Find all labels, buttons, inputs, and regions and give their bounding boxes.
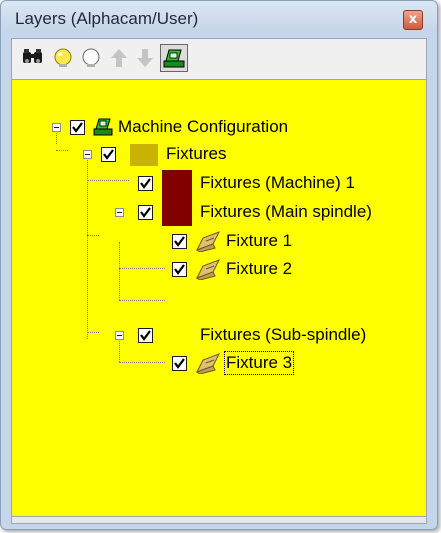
fixture-icon [195, 231, 221, 252]
tree-node-label: Fixtures (Machine) 1 [200, 173, 355, 192]
layer-checkbox[interactable] [138, 205, 153, 220]
toolbar [12, 39, 426, 77]
checkmark-icon [174, 264, 185, 275]
tree-node-fixture-2[interactable]: Fixture 2 [12, 258, 412, 280]
checkmark-icon [174, 358, 185, 369]
title-bar[interactable]: Layers (Alphacam/User) x [1, 1, 437, 35]
fixture-icon [195, 259, 221, 280]
layer-checkbox[interactable] [70, 120, 85, 135]
window-title: Layers (Alphacam/User) [15, 9, 199, 28]
checkmark-icon [140, 330, 151, 341]
layer-checkbox[interactable] [101, 147, 116, 162]
tree-node-machine-configuration[interactable]: Machine Configuration [12, 116, 412, 138]
arrow-down-icon [137, 49, 153, 67]
tree-node-fixture-3[interactable]: Fixture 3 [12, 351, 412, 375]
fixture-icon [195, 353, 221, 374]
tree-node-fixtures-machine-1[interactable]: Fixtures (Machine) 1 [12, 172, 412, 194]
machine-config-toggle-button[interactable] [160, 44, 188, 72]
checkmark-icon [72, 122, 83, 133]
binoculars-icon [23, 49, 42, 63]
machine-config-icon [163, 49, 185, 68]
hide-all-button[interactable] [78, 46, 104, 70]
tree-node-fixtures-sub-spindle[interactable]: Fixtures (Sub-spindle) [12, 324, 412, 346]
layer-checkbox[interactable] [172, 356, 187, 371]
tree-node-fixtures[interactable]: Fixtures [12, 143, 412, 166]
tree-node-label: Fixture 1 [226, 231, 293, 250]
tree-node-label: Fixtures (Sub-spindle) [200, 325, 367, 344]
layer-color-swatch [130, 144, 158, 166]
tree-node-label: Fixtures [166, 144, 227, 163]
collapse-toggle[interactable] [115, 208, 124, 217]
layer-checkbox[interactable] [138, 176, 153, 191]
show-all-button[interactable] [50, 46, 76, 70]
tree-node-label: Fixtures (Main spindle) [200, 202, 372, 221]
tree-node-fixture-1[interactable]: Fixture 1 [12, 230, 412, 252]
tree-node-label: Machine Configuration [118, 117, 289, 136]
checkmark-icon [140, 178, 151, 189]
move-up-button[interactable] [106, 46, 132, 70]
collapse-toggle[interactable] [83, 150, 92, 159]
layer-checkbox[interactable] [138, 328, 153, 343]
move-down-button[interactable] [132, 46, 158, 70]
arrow-up-icon [111, 49, 127, 67]
checkmark-icon [140, 207, 151, 218]
close-icon: x [408, 12, 418, 27]
collapse-toggle[interactable] [115, 331, 124, 340]
layer-tree: Machine Configuration Fixtures Fixtures … [12, 79, 426, 517]
tree-line [119, 300, 165, 301]
bulb-on-icon [54, 48, 72, 67]
bulb-off-icon [82, 48, 100, 67]
close-button[interactable]: x [403, 10, 423, 30]
machine-config-icon [93, 118, 113, 136]
panel-body: Machine Configuration Fixtures Fixtures … [11, 38, 427, 524]
status-strip [12, 517, 426, 523]
layer-checkbox[interactable] [172, 234, 187, 249]
layers-window: Layers (Alphacam/User) x Machine Configu… [0, 0, 438, 530]
tree-node-fixtures-main-spindle[interactable]: Fixtures (Main spindle) [12, 201, 412, 223]
tree-node-label: Fixture 2 [226, 259, 293, 278]
collapse-toggle[interactable] [52, 123, 61, 132]
tree-node-label: Fixture 3 [223, 351, 295, 375]
checkmark-icon [103, 149, 114, 160]
find-button[interactable] [20, 46, 46, 70]
layer-checkbox[interactable] [172, 262, 187, 277]
checkmark-icon [174, 236, 185, 247]
